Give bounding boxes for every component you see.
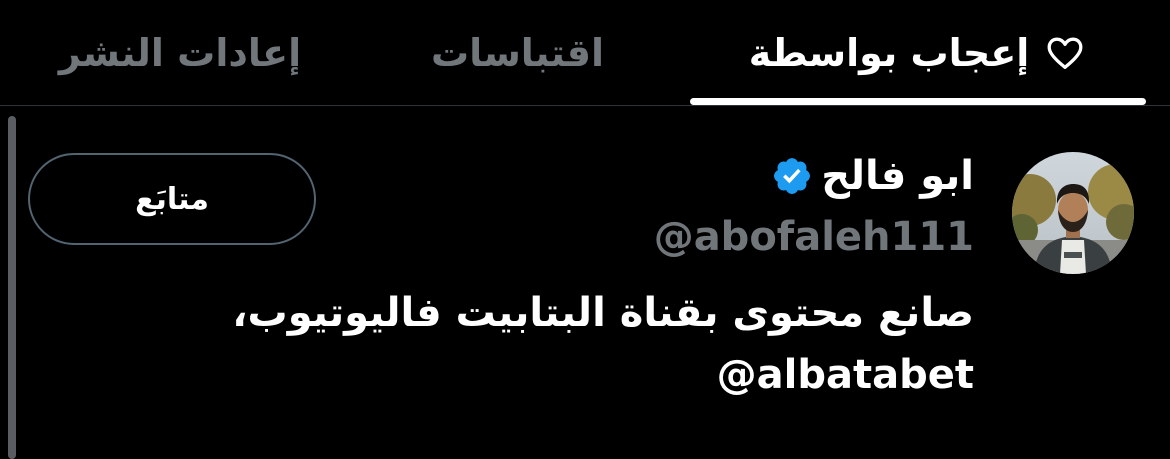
tab-reposts-label: إعادات النشر (58, 31, 302, 75)
user-handle: @abofaleh111 (653, 214, 974, 260)
tab-divider (0, 105, 1170, 106)
following-button[interactable]: متابَع (28, 153, 316, 245)
active-tab-indicator (690, 98, 1146, 105)
verified-badge-icon[interactable] (771, 155, 813, 197)
tab-quotes-label: اقتباسات (430, 31, 605, 75)
avatar[interactable] (1012, 152, 1134, 274)
bio-mention-link[interactable]: @albatabet (154, 344, 974, 406)
name-row: ابو فالح (771, 146, 974, 206)
display-name[interactable]: ابو فالح (821, 153, 974, 199)
scrollbar[interactable] (8, 116, 16, 459)
tab-quotes[interactable]: اقتباسات (395, 0, 640, 106)
tab-liked-by[interactable]: إعجاب بواسطة (690, 0, 1146, 106)
tab-reposts[interactable]: إعادات النشر (20, 0, 340, 106)
tab-liked-by-label: إعجاب بواسطة (748, 31, 1030, 75)
tab-bar: إعجاب بواسطة اقتباسات إعادات النشر (0, 0, 1170, 106)
bio-text: صانع محتوى بقناة البتابيت فاليوتيوب، (232, 290, 974, 336)
heart-outline-icon (1043, 33, 1087, 73)
user-bio: صانع محتوى بقناة البتابيت فاليوتيوب، @al… (154, 282, 974, 406)
